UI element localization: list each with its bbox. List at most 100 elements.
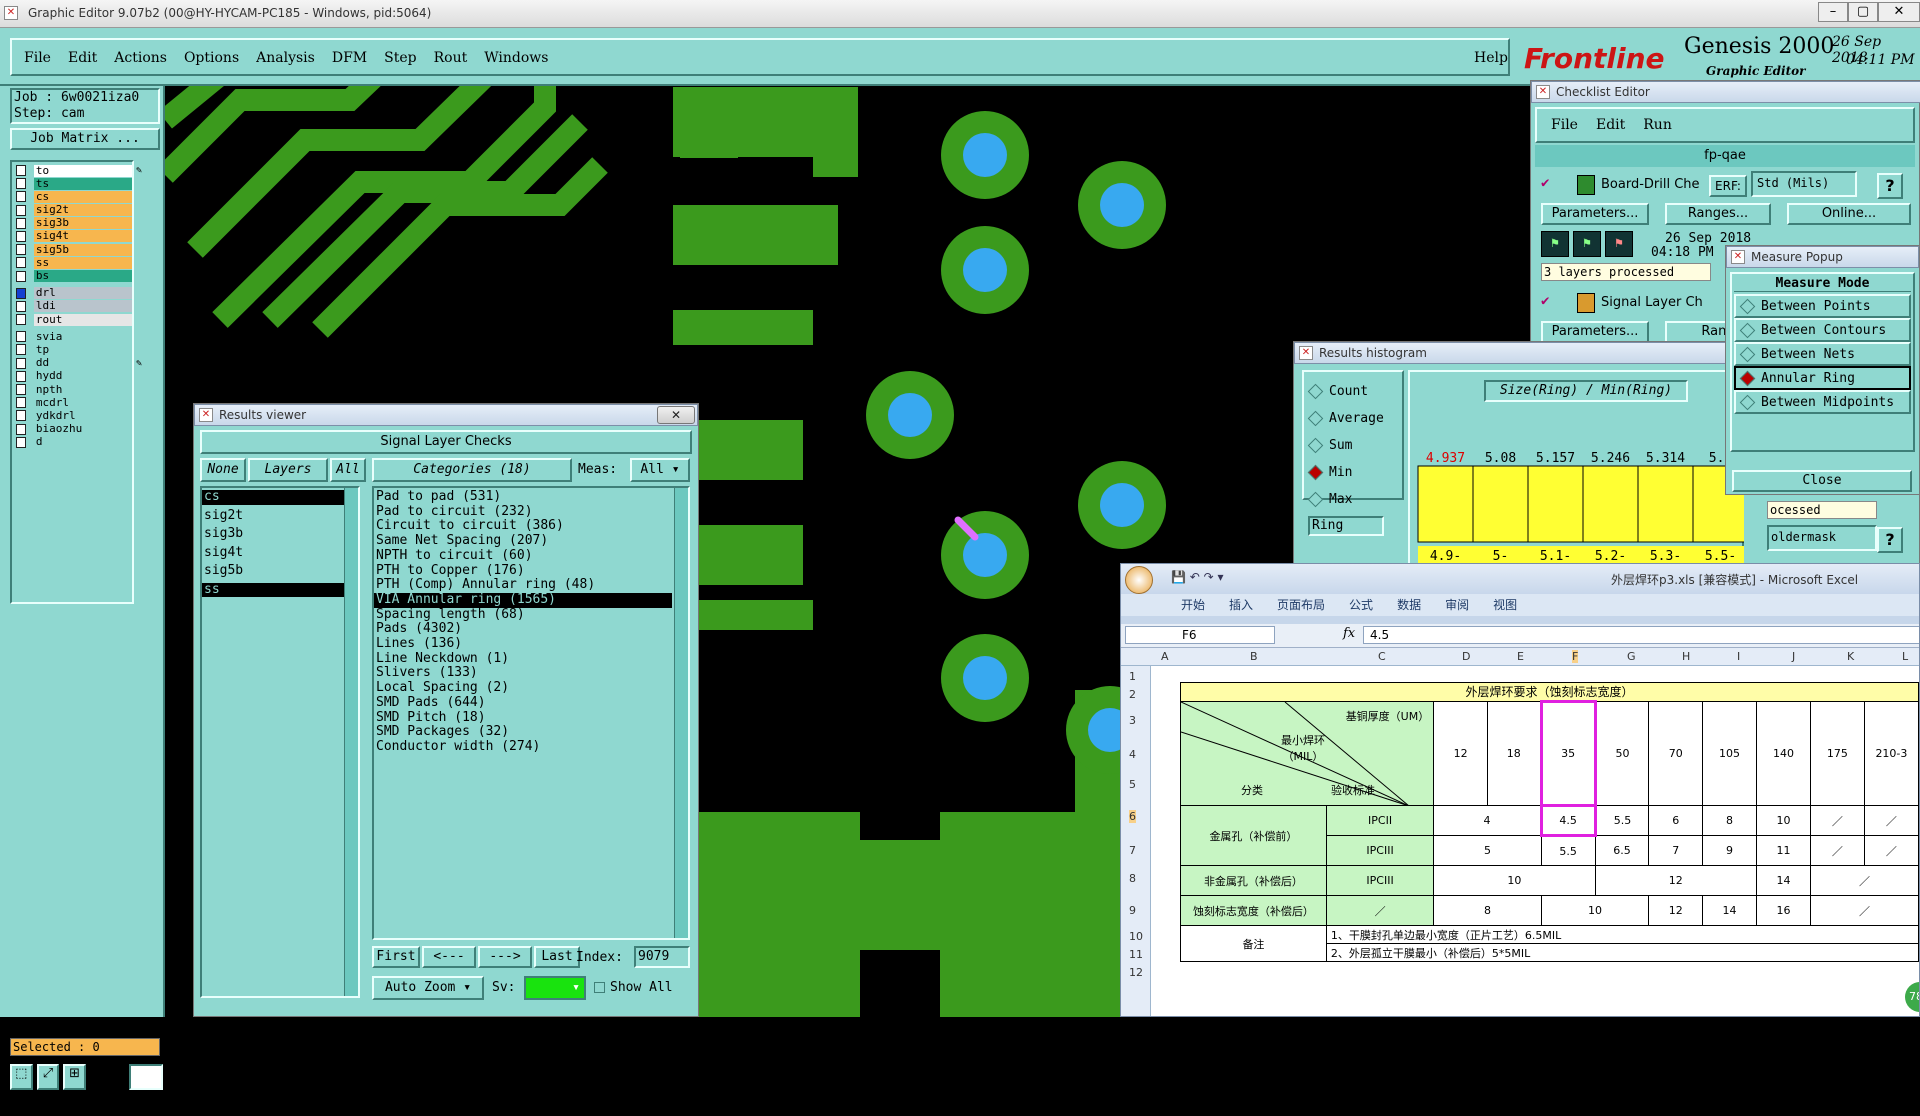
xy-field[interactable] [128,1064,164,1090]
layer-checkbox[interactable] [16,257,26,269]
thk-175[interactable]: 175 [1809,701,1865,806]
column-header[interactable]: B [1250,650,1258,663]
thk-18[interactable]: 18 [1486,701,1542,806]
row-header[interactable]: 8 [1129,872,1136,885]
category-item[interactable]: Pad to circuit (232) [374,504,672,520]
row-header[interactable]: 1 [1129,670,1136,683]
menu-edit[interactable]: Edit [68,50,97,66]
ribbon-tab[interactable]: 页面布局 [1277,594,1325,616]
column-header[interactable]: C [1378,650,1386,663]
close-button[interactable]: ✕ [1878,2,1920,22]
histogram-bar[interactable] [1582,465,1639,543]
column-header[interactable]: H [1682,650,1690,663]
action1-checkbox[interactable]: ✔ [1541,175,1549,191]
ribbon-tab[interactable]: 开始 [1181,594,1205,616]
sv-color-select[interactable]: ▾ [524,976,586,1000]
ipc3-cell[interactable]: 11 [1756,835,1811,866]
layer-checkbox[interactable] [16,270,26,282]
minimize-button[interactable]: – [1818,2,1848,22]
layer-list[interactable]: to ✎ ts cs sig2t sig3b sig4t sig5b ss bs drl ldi rou… [10,160,142,604]
histogram-titlebar[interactable]: ✕ Results histogram [1294,342,1742,364]
layer-row[interactable]: cs [12,190,132,203]
row-header[interactable]: 5 [1129,778,1136,791]
remark-2[interactable]: 2、外层孤立干膜最小（补偿后）5*5MIL [1325,943,1919,962]
measure-close-button[interactable]: Close [1732,470,1912,492]
thk-70[interactable]: 70 [1648,701,1704,806]
ribbon-tab[interactable]: 审阅 [1445,594,1469,616]
layer-checkbox[interactable] [16,410,26,422]
action1-erf-field[interactable]: Std (Mils) [1751,171,1857,197]
layer-row[interactable]: svia [12,330,132,343]
category-item[interactable]: PTH to Copper (176) [374,563,672,579]
column-header[interactable]: A [1161,650,1169,663]
column-header[interactable]: F [1572,650,1579,663]
category-item[interactable]: Conductor width (274) [374,739,672,755]
diag-header[interactable]: 基铜厚度（UM） 最小焊环 （MIL） 分类 验收标准 [1179,701,1435,806]
histogram-bar[interactable] [1472,465,1529,543]
action1-ranges-button[interactable]: Ranges... [1665,203,1771,225]
categories-button[interactable]: Categories (18) [372,458,572,482]
nonmetal-ipc3[interactable]: IPCIII [1325,865,1435,896]
layer-checkbox[interactable] [16,217,26,229]
layer-row[interactable]: ts [12,177,132,190]
results-layer-item[interactable]: sig4t [202,545,344,561]
histogram-mode-max[interactable]: Max [1304,486,1402,513]
formula-input[interactable]: 4.5 [1363,626,1919,644]
layer-checkbox[interactable] [16,331,26,343]
layer-checkbox[interactable] [16,436,26,448]
next-button[interactable]: ---> [478,946,532,968]
ipc2-cell[interactable]: 4 [1433,805,1542,836]
checklist-menu-run[interactable]: Run [1643,117,1672,133]
action2-checkbox[interactable]: ✔ [1541,293,1549,309]
column-header[interactable]: G [1627,650,1636,663]
action1-parameters-button[interactable]: Parameters... [1541,203,1649,225]
remark-1[interactable]: 1、干膜封孔单边最小宽度（正片工艺）6.5MIL [1325,925,1919,944]
layer-row[interactable]: hydd [12,370,132,383]
ipc2-label[interactable]: IPCII [1325,805,1435,836]
etch-label[interactable]: 蚀刻标志宽度（补偿后） [1180,895,1327,926]
category-item[interactable]: Slivers (133) [374,666,672,681]
layer-checkbox[interactable] [16,423,26,435]
results-layer-item[interactable]: cs [202,489,344,505]
etch-cell[interactable]: 10 [1540,895,1650,926]
ribbon-tab[interactable]: 公式 [1349,594,1373,616]
thk-210[interactable]: 210-3 [1863,701,1919,806]
etch-cell[interactable]: ／ [1809,895,1919,926]
category-item[interactable]: Line Neckdown (1) [374,651,672,667]
column-header[interactable]: D [1462,650,1470,663]
menu-analysis[interactable]: Analysis [256,50,315,66]
etch-cell[interactable]: 8 [1433,895,1542,926]
all-layers-button[interactable]: All [330,458,366,482]
table-title[interactable]: 外层焊环要求（蚀刻标志宽度） [1180,682,1919,702]
ipc3-cell[interactable]: 9 [1702,835,1758,866]
column-header[interactable]: I [1737,650,1740,663]
results-category-scrollbar[interactable] [674,488,688,938]
thk-105[interactable]: 105 [1702,701,1758,806]
measure-option-between-contours[interactable]: Between Contours [1734,318,1911,342]
sheet-table[interactable]: 外层焊环要求（蚀刻标志宽度） 基铜厚度（UM） 最小焊环 （MIL） 分类 验收… [1179,682,1919,962]
histogram-mode-sum[interactable]: Sum [1304,432,1402,459]
action2-field[interactable]: oldermask [1767,525,1877,551]
histogram-bar[interactable] [1637,465,1694,543]
ipc3-cell[interactable]: 5.5 [1540,835,1596,866]
histogram-chart[interactable]: 4.937 4.9- 5.08 5- 5.157 5.1- 5.246 5.2- 5.314 5.… [1414,450,1744,570]
run-icon[interactable]: ⚑ [1541,231,1569,257]
excel-titlebar[interactable]: 💾 ↶ ↷ ▾ 外层焊环p3.xls [兼容模式] - Microsoft Ex… [1121,564,1919,594]
column-header[interactable]: L [1902,650,1908,663]
results-layer-list[interactable]: cs sig2t sig3b sig4t sig5b ss [200,486,360,998]
ribbon-tab[interactable]: 视图 [1493,594,1517,616]
layer-checkbox[interactable] [16,244,26,256]
row-header[interactable]: 3 [1129,714,1136,727]
first-button[interactable]: First [372,946,420,968]
results-layer-scrollbar[interactable] [344,488,358,996]
measure-option-annular-ring[interactable]: Annular Ring [1734,366,1911,390]
ribbon-tab[interactable]: 插入 [1229,594,1253,616]
ribbon-tab[interactable]: 数据 [1397,594,1421,616]
row-header[interactable]: 6 [1129,810,1136,823]
results-layer-item[interactable]: sig5b [202,563,344,579]
category-item[interactable]: SMD Pads (644) [374,695,672,711]
layer-row[interactable]: bs [12,270,132,283]
thk-12[interactable]: 12 [1433,701,1488,806]
layer-checkbox[interactable] [16,357,26,369]
ipc2-cell[interactable]: ／ [1809,805,1865,836]
